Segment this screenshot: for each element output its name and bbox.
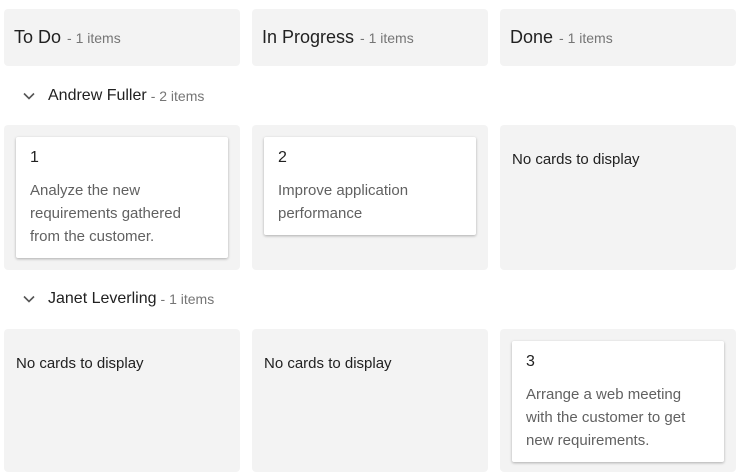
card-summary: Analyze the new requirements gathered fr… — [30, 182, 181, 245]
swimlane-header-janet-leverling: Janet Leverling - 1 items — [22, 287, 214, 311]
cell-andrew-in-progress: 2 Improve application performance — [252, 125, 488, 270]
empty-cell-text: No cards to display — [16, 355, 144, 372]
chevron-down-icon[interactable] — [22, 292, 36, 306]
cell-andrew-done: No cards to display — [500, 125, 736, 270]
card-summary: Improve application performance — [278, 182, 409, 222]
column-header-in-progress: In Progress - 1 items — [252, 9, 488, 66]
card-id: 3 — [526, 353, 535, 370]
column-count: - 1 items — [559, 29, 613, 46]
card-id: 1 — [30, 149, 39, 166]
column-count: - 1 items — [67, 29, 121, 46]
swimlane-count: - 2 items — [150, 88, 205, 104]
kanban-card[interactable]: 2 Improve application performance — [264, 137, 476, 235]
swimlane-header-andrew-fuller: Andrew Fuller - 2 items — [22, 84, 204, 108]
card-summary: Arrange a web meeting with the customer … — [526, 386, 686, 449]
chevron-down-icon[interactable] — [22, 89, 36, 103]
column-title: In Progress — [262, 27, 355, 47]
swimlane-name: Andrew Fuller — [48, 87, 147, 104]
cell-janet-in-progress: No cards to display — [252, 329, 488, 472]
column-count: - 1 items — [360, 29, 414, 46]
kanban-card[interactable]: 1 Analyze the new requirements gathered … — [16, 137, 228, 258]
empty-cell-text: No cards to display — [264, 355, 392, 372]
column-header-done: Done - 1 items — [500, 9, 736, 66]
kanban-card[interactable]: 3 Arrange a web meeting with the custome… — [512, 341, 724, 462]
cell-andrew-todo: 1 Analyze the new requirements gathered … — [4, 125, 240, 270]
cell-janet-done: 3 Arrange a web meeting with the custome… — [500, 329, 736, 472]
column-header-todo: To Do - 1 items — [4, 9, 240, 66]
cell-janet-todo: No cards to display — [4, 329, 240, 472]
card-id: 2 — [278, 149, 287, 166]
column-title: To Do — [14, 27, 62, 47]
swimlane-count: - 1 items — [160, 291, 215, 307]
empty-cell-text: No cards to display — [512, 151, 640, 168]
column-title: Done — [510, 27, 554, 47]
swimlane-name: Janet Leverling — [48, 290, 157, 307]
